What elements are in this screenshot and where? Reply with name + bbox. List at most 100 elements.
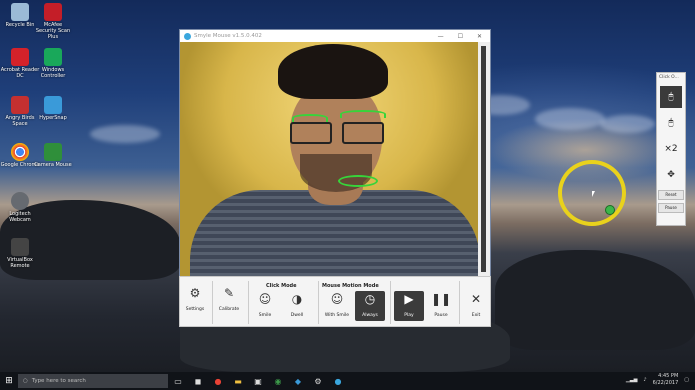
search-icon: ○ [23, 378, 28, 384]
always-motion-mode[interactable]: ◷ Always [355, 291, 385, 321]
store-icon[interactable]: ▣ [248, 372, 268, 390]
rock [495, 250, 695, 350]
mouse-left-icon: 🖰 [668, 92, 674, 102]
chrome-icon [11, 143, 29, 161]
window-titlebar[interactable]: Smyle Mouse v1.5.0.402 — ☐ ✕ [180, 30, 490, 42]
controller-icon [44, 48, 62, 66]
desktop-icon-hypersnap[interactable]: HyperSnap [33, 96, 73, 121]
click-mode-title: Click Mode [266, 283, 297, 289]
panel-pause-button[interactable]: Pause [658, 203, 684, 213]
recycle-bin-icon [11, 3, 29, 21]
with-smile-label: With Smile [324, 313, 350, 318]
clock[interactable]: 4:45 PM 6/22/2017 [653, 373, 679, 387]
mouse-cursor [592, 191, 595, 197]
cloud [535, 108, 605, 130]
settings-button[interactable]: ⚙ Settings [180, 285, 210, 312]
cloud [90, 125, 160, 143]
settings-taskbar-icon[interactable]: ⚙ [308, 372, 328, 390]
chrome-taskbar-icon[interactable]: ● [208, 372, 228, 390]
desktop-icon-label: VirtualBox Remote [7, 257, 33, 269]
mcafee-icon [44, 3, 62, 21]
smile-icon: ☺ [258, 292, 272, 306]
gear-icon: ⚙ [189, 286, 201, 300]
reset-button[interactable]: Reset [658, 190, 684, 200]
taskbar-search[interactable]: ○ Type here to search [18, 374, 168, 388]
close-icon: ✕ [470, 292, 482, 306]
close-button[interactable]: ✕ [477, 33, 482, 40]
glasses-lens-right [342, 122, 384, 144]
virtualbox-icon [11, 238, 29, 256]
pen-icon: ✎ [223, 286, 235, 300]
desktop-icon-label: Camera Mouse [34, 162, 72, 168]
search-placeholder: Type here to search [31, 378, 86, 384]
camera-mouse-icon [44, 143, 62, 161]
play-icon: ▶ [404, 292, 414, 306]
left-click-button[interactable]: 🖰 [660, 86, 682, 108]
play-label: Play [404, 313, 414, 318]
with-smile-motion-mode[interactable]: ☺ With Smile [322, 291, 352, 318]
lips-tracker [338, 175, 378, 187]
smile-click-mode[interactable]: ☺ Smile [250, 291, 280, 318]
settings-label: Settings [185, 307, 205, 312]
glasses-lens-left [290, 122, 332, 144]
double-click-icon: ×2 [664, 144, 678, 154]
drag-button[interactable]: ✥ [660, 164, 682, 186]
double-click-button[interactable]: ×2 [660, 138, 682, 160]
network-icon[interactable]: ▁▃▅ [626, 377, 638, 383]
cloud [600, 115, 655, 133]
file-explorer-icon[interactable]: ▬ [228, 372, 248, 390]
dwell-icon: ◑ [291, 292, 303, 306]
webcam-feed [180, 42, 480, 280]
dwell-click-mode[interactable]: ◑ Dwell [282, 291, 312, 318]
desktop-icon-windows-controller[interactable]: Windows Controller [33, 48, 73, 79]
motion-mode-title: Mouse Motion Mode [322, 283, 379, 289]
angry-birds-icon [11, 96, 29, 114]
click-options-panel: Click O... 🖰 🖰 ×2 ✥ Reset Pause [656, 72, 686, 226]
smile-label: Smile [258, 313, 272, 318]
hypersnap-taskbar-icon[interactable]: ◆ [288, 372, 308, 390]
eyebrow-tracker-right [340, 110, 386, 118]
task-view-icon[interactable]: ▭ [168, 372, 188, 390]
eyebrow-tracker-left [292, 114, 328, 122]
pause-label: Pause [434, 313, 448, 318]
always-label: Always [362, 313, 378, 318]
pause-button[interactable]: ❚❚ Pause [426, 291, 456, 318]
window-title: Smyle Mouse v1.5.0.402 [194, 33, 262, 39]
webcam-icon [11, 192, 29, 210]
desktop-icon-camera-mouse[interactable]: Camera Mouse [33, 143, 73, 168]
desktop-icon-logitech-webcam[interactable]: Logitech Webcam [0, 192, 40, 223]
desktop-icon-label: Windows Controller [40, 67, 66, 79]
desktop-icon-virtualbox[interactable]: VirtualBox Remote [0, 238, 40, 269]
volume-icon[interactable]: ♪ [643, 377, 646, 383]
notification-icon[interactable]: ▢ [684, 377, 689, 383]
right-click-button[interactable]: 🖰 [660, 112, 682, 134]
smyle-mouse-window: Smyle Mouse v1.5.0.402 — ☐ ✕ [179, 29, 491, 280]
window-scrollbar[interactable] [478, 42, 490, 276]
camera-mouse-taskbar-icon[interactable]: ◉ [268, 372, 288, 390]
smyle-mouse-taskbar-icon[interactable]: ● [328, 372, 348, 390]
minimize-button[interactable]: — [438, 33, 444, 40]
clock-icon: ◷ [364, 292, 376, 306]
start-button[interactable]: ⊞ [0, 372, 18, 390]
dwell-target-dot [605, 205, 615, 215]
hypersnap-icon [44, 96, 62, 114]
windows-icon: ⊞ [5, 376, 13, 386]
exit-button[interactable]: ✕ Exit [461, 291, 491, 318]
panel-title: Click O... [659, 75, 679, 80]
calibrate-button[interactable]: ✎ Calibrate [214, 285, 244, 312]
clock-time: 4:45 PM [658, 373, 679, 379]
hair [278, 44, 388, 99]
taskbar: ⊞ ○ Type here to search ▭ ◼ ● ▬ ▣ ◉ ◆ ⚙ … [0, 372, 695, 390]
calibrate-label: Calibrate [218, 307, 240, 312]
clock-date: 6/22/2017 [652, 380, 679, 386]
desktop-icon-mcafee[interactable]: McAfee Security Scan Plus [33, 3, 73, 40]
system-tray: ▁▃▅ ♪ 4:45 PM 6/22/2017 ▢ [626, 373, 689, 387]
play-button[interactable]: ▶ Play [394, 291, 424, 321]
app-icon [184, 32, 191, 40]
pause-icon: ❚❚ [430, 292, 452, 306]
maximize-button[interactable]: ☐ [458, 33, 463, 40]
control-toolbar: ⚙ Settings ✎ Calibrate Click Mode ☺ Smil… [179, 276, 491, 327]
exit-label: Exit [471, 313, 481, 318]
media-player-icon[interactable]: ◼ [188, 372, 208, 390]
drag-icon: ✥ [667, 170, 675, 180]
